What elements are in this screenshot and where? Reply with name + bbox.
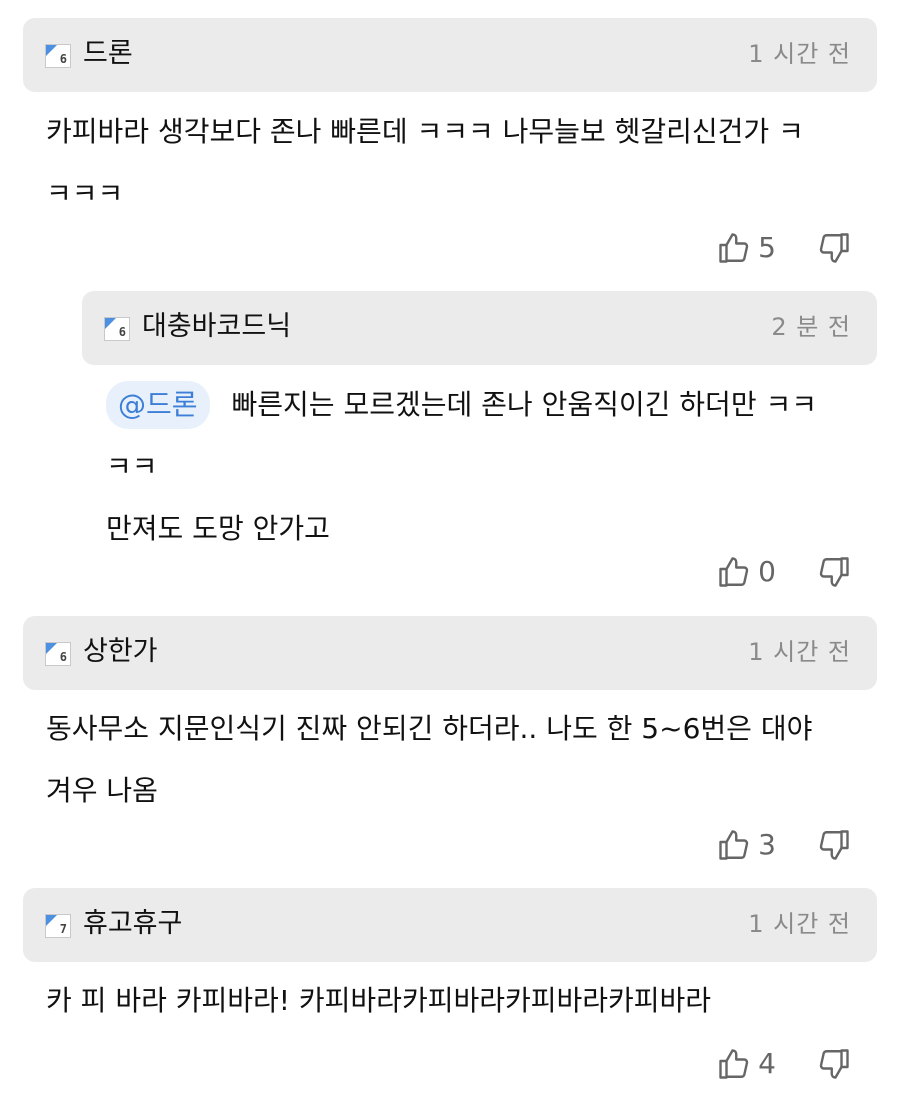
comment-header: 6 드론 1 시간 전	[23, 18, 877, 92]
like-button[interactable]: 4	[716, 1044, 816, 1084]
comment-body: 카 피 바라 카피바라! 카피바라카피바라카피바라카피바라	[46, 970, 870, 1032]
comment-body: @드론 빠른지는 모르겠는데 존나 안움직이긴 하더만 ㅋㅋ ㅋㅋ 만져도 도망 …	[106, 374, 870, 560]
thumbs-down-icon	[816, 1046, 852, 1082]
mention-tag[interactable]: @드론	[106, 381, 210, 429]
thumbs-up-icon	[716, 230, 752, 266]
comment-time: 1 시간 전	[748, 40, 851, 68]
level-badge-icon: 7	[45, 914, 71, 938]
like-button[interactable]: 5	[716, 228, 816, 268]
comment-author[interactable]: 상한가	[83, 634, 158, 670]
comment-header: 6 대충바코드닉 2 분 전	[82, 291, 877, 365]
comment-line: @드론 빠른지는 모르겠는데 존나 안움직이긴 하더만 ㅋㅋ	[106, 374, 870, 436]
comment-author[interactable]: 대충바코드닉	[142, 309, 291, 345]
level-badge-icon: 6	[45, 44, 71, 68]
comment-header: 6 상한가 1 시간 전	[23, 616, 877, 690]
comment-actions: 3	[716, 825, 852, 865]
comment-line: 카 피 바라 카피바라! 카피바라카피바라카피바라카피바라	[46, 984, 712, 1017]
comment-body: 카피바라 생각보다 존나 빠른데 ㅋㅋㅋ 나무늘보 헷갈리신건가 ㅋ ㅋㅋㅋ	[46, 101, 870, 225]
like-count: 3	[758, 828, 776, 861]
like-button[interactable]: 0	[716, 552, 816, 592]
thumbs-up-icon	[716, 554, 752, 590]
thumbs-down-icon	[816, 230, 852, 266]
comment-body: 동사무소 지문인식기 진짜 안되긴 하더라.. 나도 한 5~6번은 대야 겨우…	[46, 698, 870, 822]
comment-actions: 4	[716, 1044, 852, 1084]
dislike-button[interactable]	[816, 1046, 852, 1082]
dislike-button[interactable]	[816, 230, 852, 266]
thumbs-up-icon	[716, 1046, 752, 1082]
comment-line: 카피바라 생각보다 존나 빠른데 ㅋㅋㅋ 나무늘보 헷갈리신건가 ㅋ	[46, 115, 804, 148]
comment-header: 7 휴고휴구 1 시간 전	[23, 888, 877, 962]
like-count: 0	[758, 555, 776, 588]
dislike-button[interactable]	[816, 827, 852, 863]
comment-author[interactable]: 휴고휴구	[83, 906, 182, 942]
comment-time: 1 시간 전	[748, 638, 851, 666]
thumbs-down-icon	[816, 554, 852, 590]
thumbs-down-icon	[816, 827, 852, 863]
comment-time: 2 분 전	[771, 313, 851, 341]
like-count: 4	[758, 1047, 776, 1080]
thumbs-up-icon	[716, 827, 752, 863]
comment-actions: 5	[716, 228, 852, 268]
dislike-button[interactable]	[816, 554, 852, 590]
comment-line: ㅋㅋ	[106, 450, 158, 483]
like-button[interactable]: 3	[716, 825, 816, 865]
comment-author[interactable]: 드론	[83, 36, 133, 72]
comment-line: 만져도 도망 안가고	[106, 512, 330, 545]
level-badge-icon: 6	[45, 642, 71, 666]
comment-line: ㅋㅋㅋ	[46, 177, 124, 210]
like-count: 5	[758, 231, 776, 264]
comment-line: 겨우 나옴	[46, 774, 158, 807]
comment-actions: 0	[716, 552, 852, 592]
comment-line: 동사무소 지문인식기 진짜 안되긴 하더라.. 나도 한 5~6번은 대야	[46, 712, 813, 745]
comment-time: 1 시간 전	[748, 910, 851, 938]
level-badge-icon: 6	[104, 317, 130, 341]
